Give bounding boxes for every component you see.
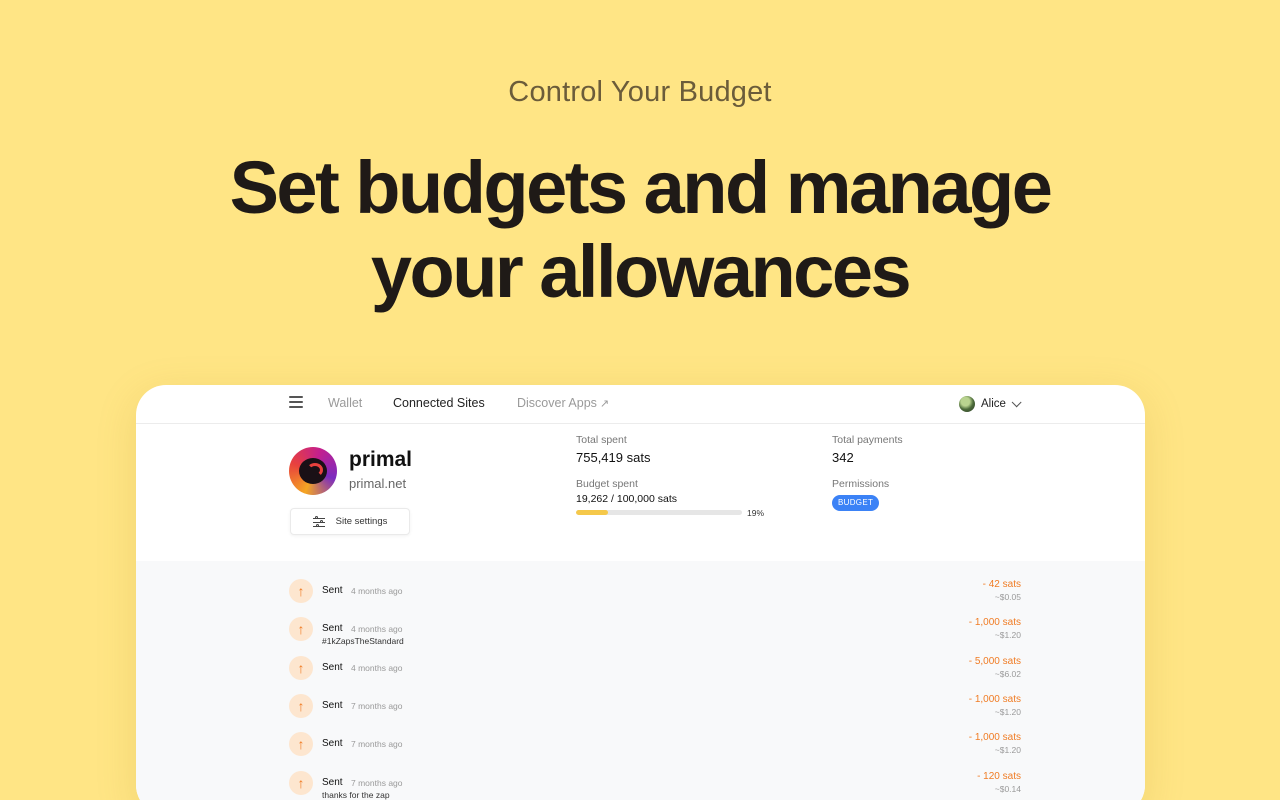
transaction-row[interactable]: ↑ Sent 4 months ago - 5,000 sats ~$6.02	[136, 656, 1145, 686]
transaction-row[interactable]: ↑ Sent 4 months ago - 42 sats ~$0.05	[136, 579, 1145, 609]
transaction-type: Sent	[322, 623, 343, 634]
app-window: Wallet Connected Sites Discover Apps ↗ Al…	[136, 385, 1145, 800]
transaction-row[interactable]: ↑ Sent 7 months ago thanks for the zap - 120…	[136, 771, 1145, 800]
hero-headline: Set budgets and manage your allowances	[0, 146, 1280, 314]
total-payments-label: Total payments	[832, 434, 903, 446]
user-menu[interactable]: Alice	[959, 396, 1022, 412]
site-url: primal.net	[349, 476, 407, 491]
chevron-down-icon	[1011, 396, 1022, 407]
arrow-up-icon: ↑	[289, 732, 313, 756]
arrow-up-icon: ↑	[289, 771, 313, 795]
transaction-time: 4 months ago	[351, 624, 403, 634]
user-name: Alice	[981, 398, 1006, 410]
budget-percent: 19%	[747, 508, 765, 518]
transaction-time: 4 months ago	[351, 586, 403, 596]
avatar	[959, 396, 975, 412]
site-settings-label: Site settings	[335, 516, 388, 527]
transaction-row[interactable]: ↑ Sent 4 months ago #1kZapsTheStandard - 1,0…	[136, 617, 1145, 647]
budget-spent-label: Budget spent	[576, 478, 638, 490]
hero-eyebrow: Control Your Budget	[508, 76, 772, 108]
transaction-row[interactable]: ↑ Sent 7 months ago - 1,000 sats ~$1.20	[136, 694, 1145, 724]
transaction-list: ↑ Sent 4 months ago - 42 sats ~$0.05 ↑ Sent 4 m…	[136, 561, 1145, 800]
transaction-memo: thanks for the zap	[322, 790, 390, 800]
nav-connected-sites[interactable]: Connected Sites	[393, 396, 485, 410]
external-arrow-icon: ↗	[599, 398, 610, 410]
total-spent-label: Total spent	[576, 434, 627, 446]
transaction-amount: - 1,000 sats	[968, 617, 1021, 628]
nav-discover-apps-label: Discover Apps	[517, 396, 597, 410]
arrow-up-icon: ↑	[289, 579, 313, 603]
transaction-fiat: ~$0.14	[994, 784, 1021, 794]
transaction-amount: - 120 sats	[977, 771, 1021, 782]
permissions-label: Permissions	[832, 478, 890, 490]
transaction-fiat: ~$1.20	[994, 745, 1021, 755]
transaction-time: 4 months ago	[351, 663, 403, 673]
permission-badge: BUDGET	[832, 495, 880, 511]
site-info: primal primal.net Site settings Total sp…	[136, 424, 1145, 561]
transaction-time: 7 months ago	[351, 778, 403, 788]
arrow-up-icon: ↑	[289, 694, 313, 718]
nav-wallet[interactable]: Wallet	[328, 396, 362, 410]
transaction-type: Sent	[322, 777, 343, 788]
transaction-time: 7 months ago	[351, 701, 403, 711]
transaction-row[interactable]: ↑ Sent 7 months ago - 1,000 sats ~$1.20	[136, 732, 1145, 762]
site-settings-button[interactable]: Site settings	[290, 508, 410, 535]
arrow-up-icon: ↑	[289, 656, 313, 680]
transaction-amount: - 5,000 sats	[968, 656, 1021, 667]
transaction-fiat: ~$1.20	[994, 630, 1021, 640]
transaction-type: Sent	[322, 738, 343, 749]
total-spent-value: 755,419 sats	[576, 450, 651, 465]
transaction-type: Sent	[322, 662, 343, 673]
total-payments-value: 342	[832, 450, 854, 465]
headline-line-1: Set budgets and manage	[229, 146, 1053, 229]
top-nav: Wallet Connected Sites Discover Apps ↗ Al…	[136, 385, 1145, 424]
transaction-amount: - 1,000 sats	[968, 694, 1021, 705]
arrow-up-icon: ↑	[289, 617, 313, 641]
transaction-memo: #1kZapsTheStandard	[322, 636, 404, 646]
budget-progress-fill	[576, 510, 608, 515]
transaction-fiat: ~$6.02	[994, 669, 1021, 679]
sliders-icon	[312, 516, 325, 527]
transaction-amount: - 1,000 sats	[968, 732, 1021, 743]
transaction-type: Sent	[322, 700, 343, 711]
nav-discover-apps[interactable]: Discover Apps ↗	[517, 396, 609, 410]
transaction-type: Sent	[322, 585, 343, 596]
transaction-fiat: ~$1.20	[994, 707, 1021, 717]
headline-line-2: your allowances	[370, 230, 912, 313]
primal-logo-icon	[289, 447, 337, 495]
transaction-amount: - 42 sats	[982, 579, 1021, 590]
transaction-fiat: ~$0.05	[994, 592, 1021, 602]
budget-progress-bar	[576, 510, 742, 515]
budget-spent-value: 19,262 / 100,000 sats	[576, 493, 677, 505]
hamburger-icon[interactable]	[289, 396, 303, 410]
site-name: primal	[349, 448, 413, 471]
transaction-time: 7 months ago	[351, 739, 403, 749]
